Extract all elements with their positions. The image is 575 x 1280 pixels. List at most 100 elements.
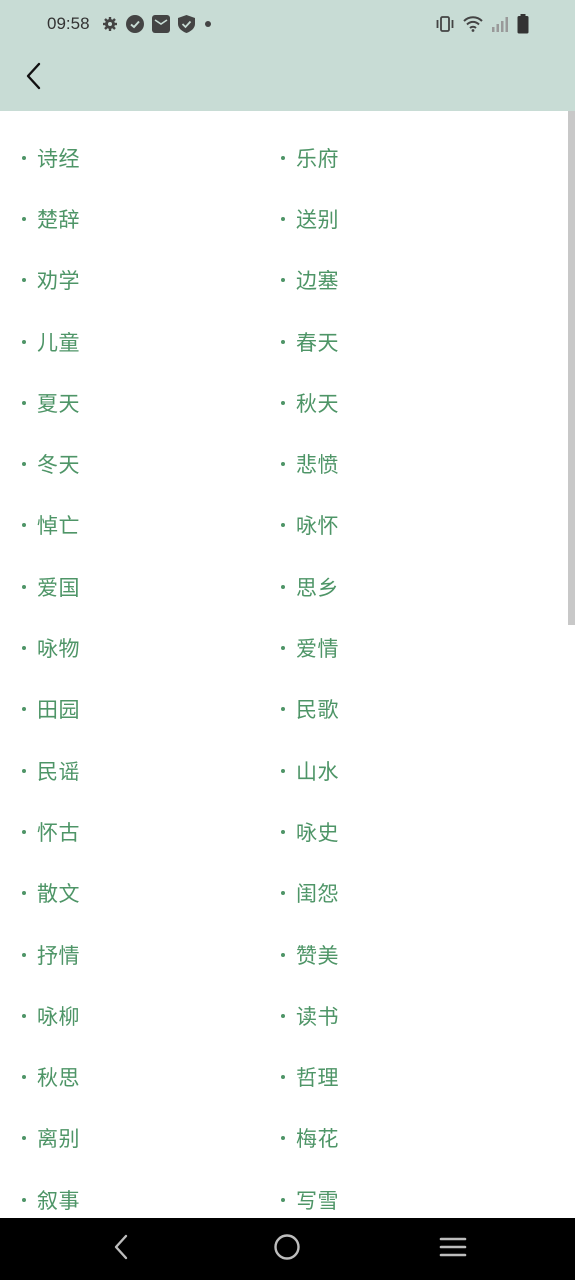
bullet-dot — [281, 339, 285, 344]
bullet-dot — [281, 1136, 285, 1141]
category-label: 夏天 — [37, 391, 80, 416]
category-label: 叙事 — [37, 1188, 80, 1213]
bullet-dot — [281, 278, 285, 283]
category-label: 思乡 — [296, 575, 339, 600]
category-label: 悲愤 — [296, 453, 339, 478]
category-item[interactable]: 民谣 — [0, 740, 259, 801]
category-label: 咏柳 — [37, 1004, 80, 1029]
category-label: 秋思 — [37, 1066, 80, 1091]
category-item[interactable]: 楚辞 — [0, 188, 259, 249]
dot-icon — [203, 19, 213, 29]
category-item[interactable]: 哲理 — [259, 1046, 518, 1107]
category-item[interactable]: 梅花 — [259, 1108, 518, 1169]
category-list[interactable]: 诗经 乐府楚辞 送别 劝学 边塞儿童 春天夏天 秋天冬天 悲愤悼亡 咏怀 爱国 思乡咏物 爱情田园 民歌… — [0, 111, 575, 1218]
category-label: 写雪 — [296, 1188, 339, 1213]
category-item[interactable]: 春天 — [259, 311, 518, 372]
bullet-dot — [281, 400, 285, 405]
category-label: 抒情 — [37, 943, 80, 968]
category-label: 秋天 — [296, 391, 339, 416]
back-button[interactable] — [14, 58, 54, 98]
bullet-dot — [22, 584, 26, 589]
bullet-dot — [281, 952, 285, 957]
category-item[interactable]: 劝学 — [0, 250, 259, 311]
category-item[interactable]: 爱国 — [0, 556, 259, 617]
category-item[interactable]: 爱情 — [259, 617, 518, 678]
category-item[interactable]: 赞美 — [259, 924, 518, 985]
category-item[interactable]: 山水 — [259, 740, 518, 801]
category-label: 散文 — [37, 882, 80, 907]
category-label: 读书 — [296, 1004, 339, 1029]
bullet-dot — [281, 1197, 285, 1202]
bullet-dot — [281, 768, 285, 773]
category-label: 诗经 — [37, 146, 80, 171]
back-arrow-icon — [24, 61, 44, 95]
category-label: 梅花 — [296, 1127, 339, 1152]
category-label: 山水 — [296, 759, 339, 784]
scrollbar[interactable] — [568, 111, 575, 625]
nav-home-button[interactable] — [247, 1218, 327, 1280]
bullet-dot — [22, 646, 26, 651]
category-item[interactable]: 咏史 — [259, 801, 518, 862]
status-left-icons — [102, 15, 213, 33]
category-item[interactable]: 咏柳 — [0, 985, 259, 1046]
category-label: 春天 — [296, 330, 339, 355]
category-item[interactable]: 儿童 — [0, 311, 259, 372]
category-label: 儿童 — [37, 330, 80, 355]
bullet-dot — [281, 891, 285, 896]
bullet-dot — [22, 1197, 26, 1202]
category-label: 乐府 — [296, 146, 339, 171]
bullet-dot — [281, 155, 285, 160]
status-time: 09:58 — [47, 14, 90, 33]
category-label: 咏物 — [37, 637, 80, 662]
bullet-dot — [22, 278, 26, 283]
category-item[interactable]: 夏天 — [0, 372, 259, 433]
category-item[interactable]: 思乡 — [259, 556, 518, 617]
category-label: 咏史 — [296, 820, 339, 845]
category-item[interactable]: 咏物 — [0, 617, 259, 678]
nav-back-button[interactable] — [81, 1218, 161, 1280]
category-item[interactable]: 散文 — [0, 863, 259, 924]
settings-icon — [102, 16, 118, 32]
category-label: 楚辞 — [37, 207, 80, 232]
category-item[interactable]: 送别 — [259, 188, 518, 249]
category-item[interactable]: 秋思 — [0, 1046, 259, 1107]
category-item[interactable]: 田园 — [0, 679, 259, 740]
category-item[interactable]: 离别 — [0, 1108, 259, 1169]
category-item[interactable]: 边塞 — [259, 250, 518, 311]
category-item[interactable]: 民歌 — [259, 679, 518, 740]
shield-check-icon — [177, 15, 195, 33]
category-item[interactable]: 诗经 — [0, 127, 259, 188]
category-label: 怀古 — [37, 820, 80, 845]
category-grid: 诗经 乐府楚辞 送别 劝学 边塞儿童 春天夏天 秋天冬天 悲愤悼亡 咏怀 爱国 思乡咏物 爱情田园 民歌… — [0, 111, 575, 1218]
bullet-dot — [281, 646, 285, 651]
category-item[interactable]: 叙事 — [0, 1169, 259, 1218]
bullet-dot — [22, 462, 26, 467]
status-bar: 09:58 — [0, 0, 575, 48]
category-label: 民谣 — [37, 759, 80, 784]
category-item[interactable]: 秋天 — [259, 372, 518, 433]
bullet-dot — [22, 1136, 26, 1141]
bullet-dot — [281, 462, 285, 467]
category-item[interactable]: 悲愤 — [259, 433, 518, 494]
bullet-dot — [22, 400, 26, 405]
category-item[interactable]: 抒情 — [0, 924, 259, 985]
category-label: 民歌 — [296, 698, 339, 723]
nav-recents-icon — [439, 1236, 467, 1262]
bullet-dot — [281, 216, 285, 221]
category-label: 闺怨 — [296, 882, 339, 907]
category-label: 边塞 — [296, 269, 339, 294]
category-item[interactable]: 怀古 — [0, 801, 259, 862]
category-item[interactable]: 读书 — [259, 985, 518, 1046]
category-item[interactable]: 悼亡 — [0, 495, 259, 556]
category-item[interactable]: 咏怀 — [259, 495, 518, 556]
bullet-dot — [281, 829, 285, 834]
nav-recents-button[interactable] — [413, 1218, 493, 1280]
category-item[interactable]: 乐府 — [259, 127, 518, 188]
category-label: 离别 — [37, 1127, 80, 1152]
category-item[interactable]: 闺怨 — [259, 863, 518, 924]
category-item[interactable]: 写雪 — [259, 1169, 518, 1218]
bullet-dot — [22, 829, 26, 834]
category-label: 爱情 — [296, 637, 339, 662]
category-item[interactable]: 冬天 — [0, 433, 259, 494]
category-label: 悼亡 — [37, 514, 80, 539]
